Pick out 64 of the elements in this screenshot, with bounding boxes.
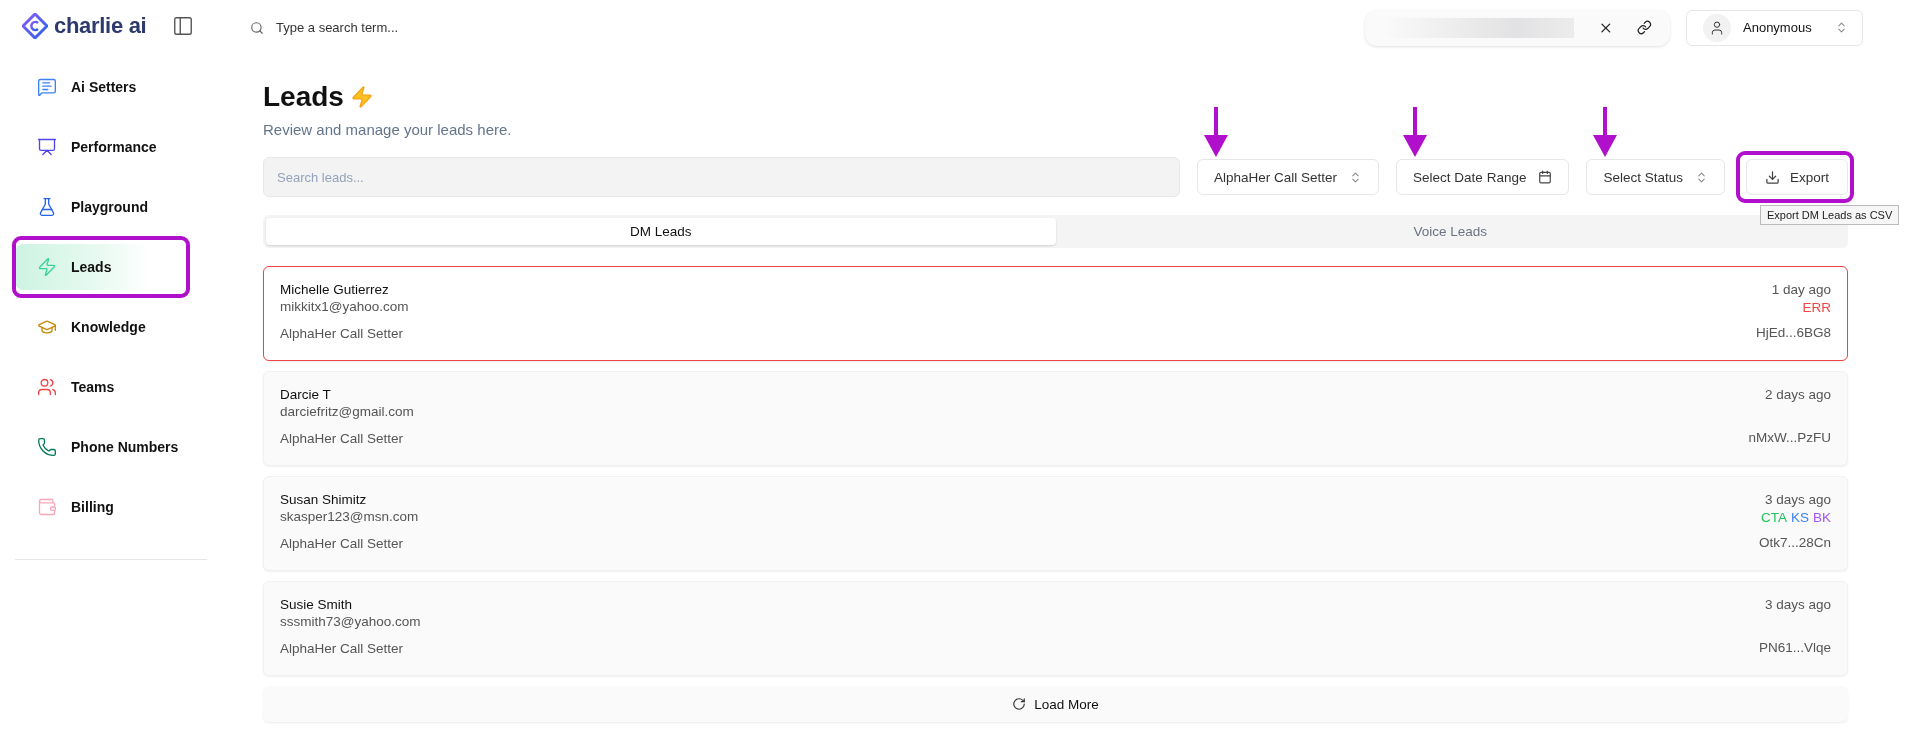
lead-time: 2 days ago [1764, 386, 1831, 404]
lead-name: Susan Shimitz [280, 491, 367, 508]
lead-card[interactable]: Susan Shimitz skasper123@msn.com AlphaHer Call Setter 3 days ago CTA KS BK Otk7...28Cn [263, 476, 1848, 571]
lead-email: mikkitx1@yahoo.com [280, 298, 409, 316]
nav-item[interactable]: Playground [15, 184, 207, 230]
lead-email: darciefritz@gmail.com [280, 403, 414, 421]
status-tag: KS [1790, 509, 1809, 527]
status-tag: CTA [1760, 509, 1787, 527]
lead-id: PN61...Vlqe [1758, 639, 1831, 657]
status-tag: ERR [1802, 299, 1831, 317]
wallet-icon [37, 497, 57, 517]
lead-card[interactable]: Michelle Gutierrez mikkitx1@yahoo.com AlphaHer Call Setter 1 day ago ERR HjEd...6BG8 [263, 266, 1848, 361]
brand-name: charlie ai [54, 13, 147, 39]
nav-item[interactable]: Performance [15, 124, 207, 170]
filter-select[interactable]: AlphaHer Call Setter [1197, 159, 1380, 195]
download-icon [1764, 169, 1780, 185]
flask-icon [37, 197, 57, 217]
lightning-icon [349, 85, 374, 109]
lead-time: 3 days ago [1764, 491, 1831, 509]
lead-id: nMxW...PzFU [1748, 429, 1831, 447]
search-field[interactable]: Search leads... [263, 157, 1181, 197]
logo-icon [22, 13, 48, 39]
lead-email: sssmith73@yahoo.com [280, 613, 421, 631]
sidebar-toggle-icon[interactable] [172, 15, 195, 37]
lead-setter: AlphaHer Call Setter [280, 535, 404, 553]
chat-icon [37, 77, 57, 97]
lead-card[interactable]: Susie Smith sssmith73@yahoo.com AlphaHer Call Setter 3 days ago PN61...Vlqe [263, 581, 1848, 676]
lead-name: Susie Smith [280, 596, 353, 613]
lead-card[interactable]: Darcie T darciefritz@gmail.com AlphaHer Call Setter 2 days ago nMxW...PzFU [263, 371, 1848, 466]
search-icon [250, 20, 264, 35]
users-icon [37, 377, 57, 397]
tab[interactable]: DM Leads [266, 218, 1056, 245]
user-menu[interactable]: Anonymous [1686, 9, 1863, 46]
status-tag: BK [1813, 509, 1831, 527]
refresh-icon [1012, 697, 1027, 711]
nav-item[interactable]: Billing [15, 484, 207, 530]
lightning-icon [37, 257, 57, 277]
nav-item[interactable]: Teams [15, 364, 207, 410]
phone-icon [37, 437, 57, 457]
lead-setter: AlphaHer Call Setter [280, 430, 404, 448]
lead-email: skasper123@msn.com [280, 508, 419, 526]
load-more-button[interactable]: Load More [263, 686, 1848, 722]
lead-setter: AlphaHer Call Setter [280, 640, 404, 658]
nav-item[interactable]: Ai Setters [15, 64, 207, 110]
date-range-picker[interactable]: Select Date Range [1396, 159, 1570, 195]
lead-name: Michelle Gutierrez [280, 281, 389, 298]
export-button[interactable]: Export [1745, 159, 1848, 195]
lead-id: HjEd...6BG8 [1755, 324, 1831, 342]
calendar-icon [1538, 170, 1553, 184]
page-subtitle: Review and manage your leads here. [263, 121, 513, 138]
nav-item[interactable]: Phone Numbers [15, 424, 207, 470]
nav-item[interactable]: Knowledge [15, 304, 207, 350]
lead-time: 3 days ago [1764, 596, 1831, 614]
page-title: Leads [263, 81, 344, 113]
tooltip: Export DM Leads as CSV [1759, 205, 1900, 225]
lead-time: 1 day ago [1771, 281, 1831, 299]
avatar [1703, 13, 1731, 42]
filter-select[interactable]: Select Status [1586, 159, 1725, 195]
lead-name: Darcie T [280, 386, 331, 403]
lead-setter: AlphaHer Call Setter [280, 325, 404, 343]
chart-board-icon [37, 137, 57, 157]
lead-id: Otk7...28Cn [1758, 534, 1831, 552]
link-icon[interactable] [1637, 19, 1652, 36]
chevrons-icon [1835, 21, 1848, 34]
